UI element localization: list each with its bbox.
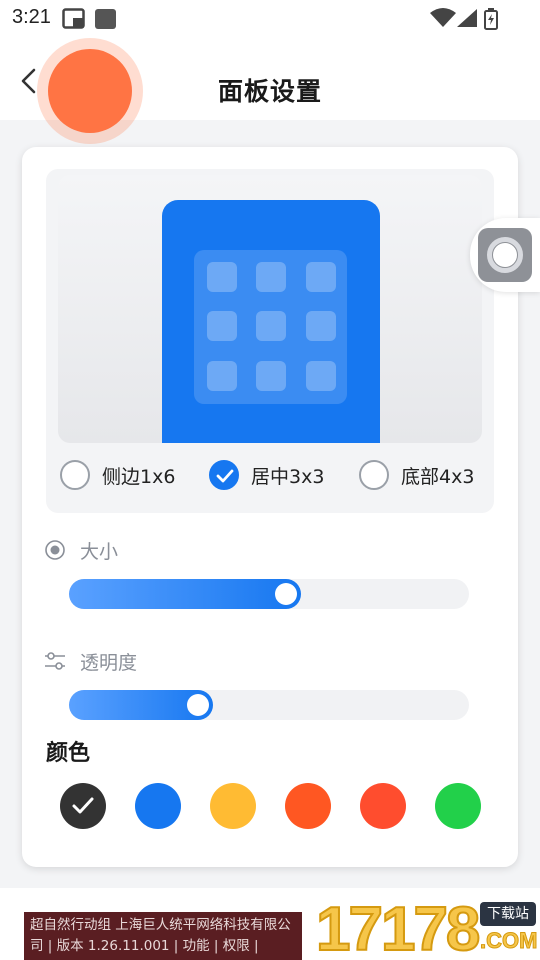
screenshot-icon — [62, 8, 85, 29]
color-swatch-black[interactable] — [60, 783, 106, 829]
size-slider[interactable] — [69, 579, 469, 609]
layout-option-label: 居中3x3 — [251, 465, 325, 488]
layout-preview-box: 侧边1x6 居中3x3 底部4x3 — [46, 169, 494, 513]
watermark-tag: 下载站 — [480, 902, 536, 926]
grid-cell — [306, 262, 336, 292]
grid-cell — [207, 311, 237, 341]
grid-cell — [207, 262, 237, 292]
signal-icon — [457, 9, 477, 27]
grid-cell — [256, 361, 286, 391]
opacity-setting-row: 透明度 — [44, 646, 137, 676]
grid-cell — [256, 311, 286, 341]
size-label: 大小 — [80, 540, 119, 563]
grid-cell — [207, 361, 237, 391]
check-icon — [72, 797, 94, 814]
bottom-area: 超自然行动组 上海巨人统平网络科技有限公司 | 版本 1.26.11.001 |… — [0, 888, 540, 960]
settings-card: 侧边1x6 居中3x3 底部4x3 大小 透明度 颜色 — [22, 147, 518, 867]
site-watermark-logo: 17178 下载站 .COM — [315, 895, 540, 960]
layout-option-center[interactable]: 居中3x3 — [209, 457, 324, 493]
sliders-icon — [45, 652, 65, 670]
app-icon — [95, 9, 116, 29]
banner-ad[interactable]: 超自然行动组 上海巨人统平网络科技有限公司 | 版本 1.26.11.001 |… — [24, 912, 302, 960]
floating-assistive-button[interactable] — [470, 218, 540, 292]
size-slider-thumb[interactable] — [275, 583, 297, 605]
layout-option-bottom[interactable]: 底部4x3 — [359, 457, 474, 493]
layout-option-label: 底部4x3 — [401, 465, 475, 488]
wifi-icon — [430, 8, 456, 27]
watermark-number: 17178 — [315, 895, 481, 960]
radio-button[interactable] — [359, 460, 389, 490]
layout-option-side[interactable]: 侧边1x6 — [60, 457, 175, 493]
layout-option-label: 侧边1x6 — [102, 465, 176, 488]
radio-dot-icon — [45, 540, 65, 560]
size-slider-fill — [69, 579, 301, 609]
color-swatch-green[interactable] — [435, 783, 481, 829]
watermark-suffix: .COM — [479, 928, 538, 954]
status-time: 3:21 — [12, 6, 51, 28]
assistive-touch-icon — [478, 228, 532, 282]
color-swatch-blue[interactable] — [135, 783, 181, 829]
size-setting-row: 大小 — [44, 535, 118, 565]
touch-indicator-core — [48, 49, 132, 133]
check-icon — [216, 469, 234, 483]
radio-button-checked[interactable] — [209, 460, 239, 490]
radio-button[interactable] — [60, 460, 90, 490]
grid-cell — [256, 262, 286, 292]
opacity-slider-thumb[interactable] — [187, 694, 209, 716]
touch-indicator — [37, 38, 143, 144]
grid-cell — [306, 311, 336, 341]
opacity-slider[interactable] — [69, 690, 469, 720]
battery-icon — [484, 8, 498, 30]
color-swatch-orange[interactable] — [285, 783, 331, 829]
opacity-label: 透明度 — [80, 651, 138, 674]
layout-preview — [58, 175, 482, 443]
color-swatch-yellow[interactable] — [210, 783, 256, 829]
panel-grid-preview — [194, 250, 347, 404]
ad-text: 超自然行动组 上海巨人统平网络科技有限公司 | 版本 1.26.11.001 |… — [30, 917, 291, 954]
phone-preview — [162, 200, 380, 443]
colors-title: 颜色 — [46, 741, 91, 766]
color-swatch-red[interactable] — [360, 783, 406, 829]
grid-cell — [306, 361, 336, 391]
status-bar: 3:21 — [0, 0, 540, 36]
